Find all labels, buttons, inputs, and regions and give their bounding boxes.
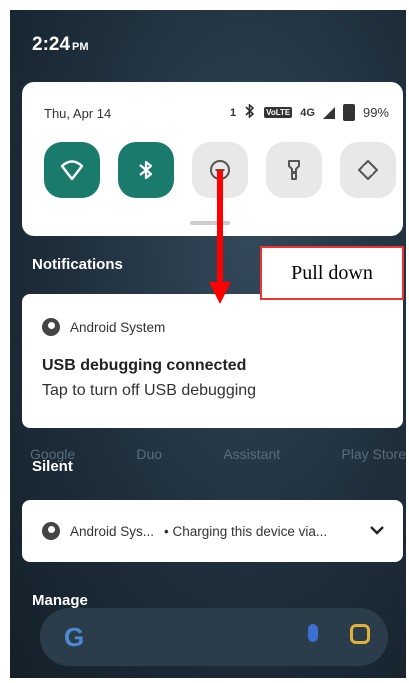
manage-button[interactable]: Manage (32, 592, 88, 609)
background-app-labels: Google Duo Assistant Play Store (30, 446, 406, 462)
annotation-arrow-line (217, 170, 223, 288)
lens-icon[interactable] (350, 624, 370, 644)
battery-icon (342, 104, 355, 121)
quick-settings-panel: Thu, Apr 14 1 VoLTE 4G 99% (22, 82, 403, 236)
silent-summary: • Charging this device via... (164, 523, 328, 539)
annotation-arrow-head (209, 282, 231, 304)
silent-notification-row: Android Sys... • Charging this device vi… (42, 522, 327, 540)
tile-auto-rotate[interactable] (340, 142, 396, 198)
mic-icon[interactable] (308, 624, 318, 642)
home-search-bar[interactable]: G (40, 608, 388, 666)
volte-badge: VoLTE (264, 107, 293, 118)
qs-drag-handle[interactable] (190, 221, 230, 225)
bluetooth-status-icon (244, 103, 256, 121)
notification-body: Tap to turn off USB debugging (42, 382, 257, 399)
bg-app-label: Assistant (223, 446, 281, 462)
tile-bluetooth[interactable] (118, 142, 174, 198)
notification-app-name: Android System (70, 319, 166, 335)
qs-status-icons: 1 VoLTE 4G 99% (230, 103, 389, 121)
android-system-icon (42, 318, 60, 336)
notification-app-row: Android System (42, 318, 165, 336)
phone-screen: 2:24 PM Thu, Apr 14 1 VoLTE 4G 99% Notif… (10, 10, 406, 678)
notification-usb-debugging[interactable]: Android System USB debugging connected T… (22, 294, 403, 428)
status-clock: 2:24 PM (32, 34, 89, 55)
rotate-icon (358, 160, 378, 180)
qs-date[interactable]: Thu, Apr 14 (44, 106, 111, 121)
bg-app-label: Play Store (341, 446, 406, 462)
android-system-icon (42, 522, 60, 540)
network-type: 4G (300, 106, 315, 119)
silent-app-name: Android Sys... (70, 523, 155, 539)
signal-icon (322, 106, 335, 119)
indicator-count: 1 (230, 106, 237, 119)
bg-app-label: Duo (136, 446, 163, 462)
expand-chevron-icon[interactable] (367, 520, 387, 545)
bluetooth-icon (139, 160, 153, 180)
silent-header: Silent (32, 458, 73, 475)
tile-wifi[interactable] (44, 142, 100, 198)
notifications-header: Notifications (32, 256, 123, 273)
battery-percent: 99% (362, 105, 389, 120)
notification-title: USB debugging connected (42, 357, 247, 374)
tile-flashlight[interactable] (266, 142, 322, 198)
notification-charging[interactable]: Android Sys... • Charging this device vi… (22, 500, 403, 562)
google-g-icon: G (64, 622, 85, 652)
annotation-callout: Pull down (260, 246, 404, 300)
wifi-icon (60, 160, 84, 181)
flashlight-icon (288, 160, 300, 180)
